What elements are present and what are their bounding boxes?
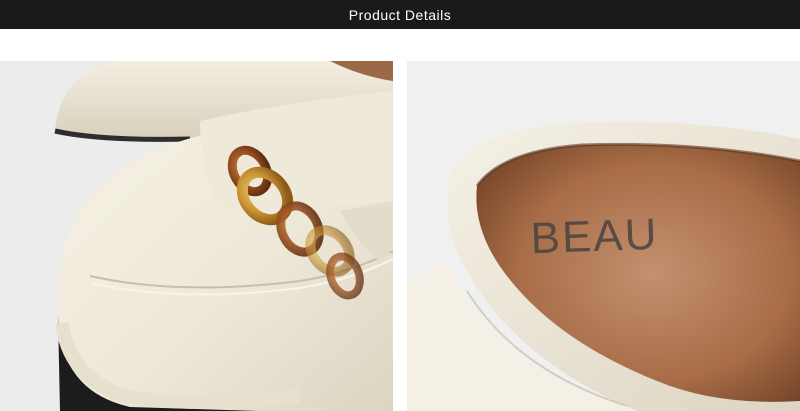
photo-loafer-chain-detail (0, 61, 393, 411)
photo-loafer-insole-detail: BEAU (407, 61, 800, 411)
insole-brand-text: BEAU (530, 210, 659, 263)
header-title: Product Details (348, 6, 452, 23)
loafer-insole-illustration: BEAU (407, 61, 800, 411)
loafer-chain-illustration (0, 61, 393, 411)
header-bar: Product Details (0, 0, 800, 29)
